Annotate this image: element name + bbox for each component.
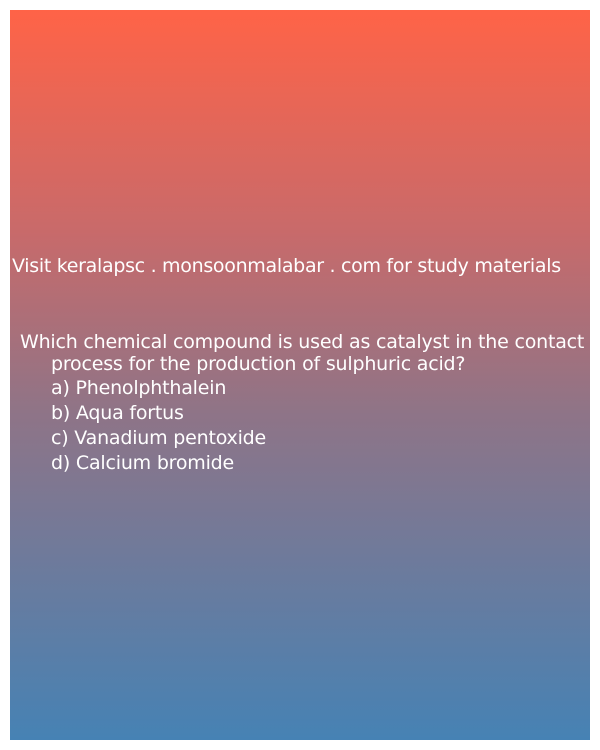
option-a: a) Phenolphthalein bbox=[51, 377, 227, 399]
question-container: Which chemical compound is used as catal… bbox=[20, 331, 590, 375]
option-b: b) Aqua fortus bbox=[51, 402, 184, 424]
option-d: d) Calcium bromide bbox=[51, 452, 235, 474]
option-c: c) Vanadium pentoxide bbox=[51, 427, 267, 449]
options-list: a) Phenolphthalein b) Aqua fortus c) Van… bbox=[51, 376, 266, 476]
question-text: Which chemical compound is used as catal… bbox=[20, 331, 585, 375]
question-card: Visit keralapsc . monsoonmalabar . com f… bbox=[10, 10, 590, 740]
visit-website-text: Visit keralapsc . monsoonmalabar . com f… bbox=[12, 255, 561, 277]
